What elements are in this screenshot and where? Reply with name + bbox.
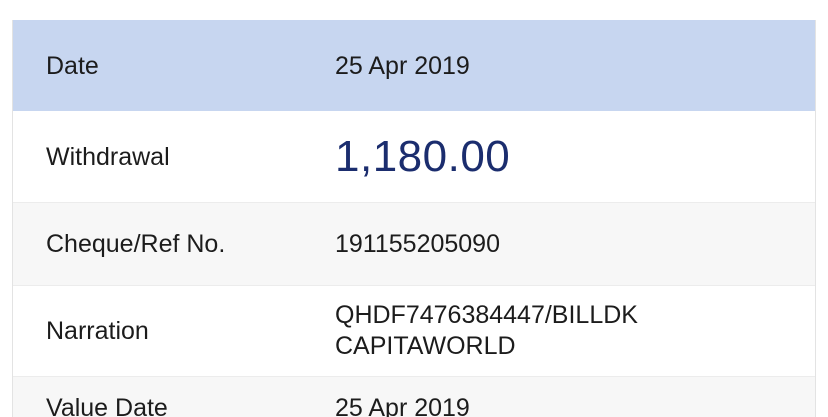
withdrawal-row: Withdrawal 1,180.00 — [13, 111, 815, 203]
cheque-ref-label: Cheque/Ref No. — [46, 230, 226, 258]
value-date-row: Value Date 25 Apr 2019 — [13, 377, 815, 417]
date-row: Date 25 Apr 2019 — [13, 20, 815, 111]
date-value: 25 Apr 2019 — [335, 51, 470, 80]
narration-row: Narration QHDF7476384447/BILLDK CAPITAWO… — [13, 286, 815, 377]
withdrawal-label: Withdrawal — [46, 142, 170, 171]
cheque-ref-row: Cheque/Ref No. 191155205090 — [13, 203, 815, 286]
narration-line-1: QHDF7476384447/BILLDK — [335, 301, 638, 329]
transaction-details-card: Date 25 Apr 2019 Withdrawal 1,180.00 Che… — [12, 20, 816, 417]
narration-value: QHDF7476384447/BILLDK CAPITAWORLD — [335, 300, 815, 362]
narration-line-2: CAPITAWORLD — [335, 332, 516, 360]
narration-label: Narration — [46, 317, 149, 345]
withdrawal-amount: 1,180.00 — [335, 131, 511, 181]
value-date-label: Value Date — [46, 394, 168, 417]
cheque-ref-value: 191155205090 — [335, 230, 500, 258]
value-date-value: 25 Apr 2019 — [335, 394, 470, 417]
date-label: Date — [46, 51, 99, 80]
